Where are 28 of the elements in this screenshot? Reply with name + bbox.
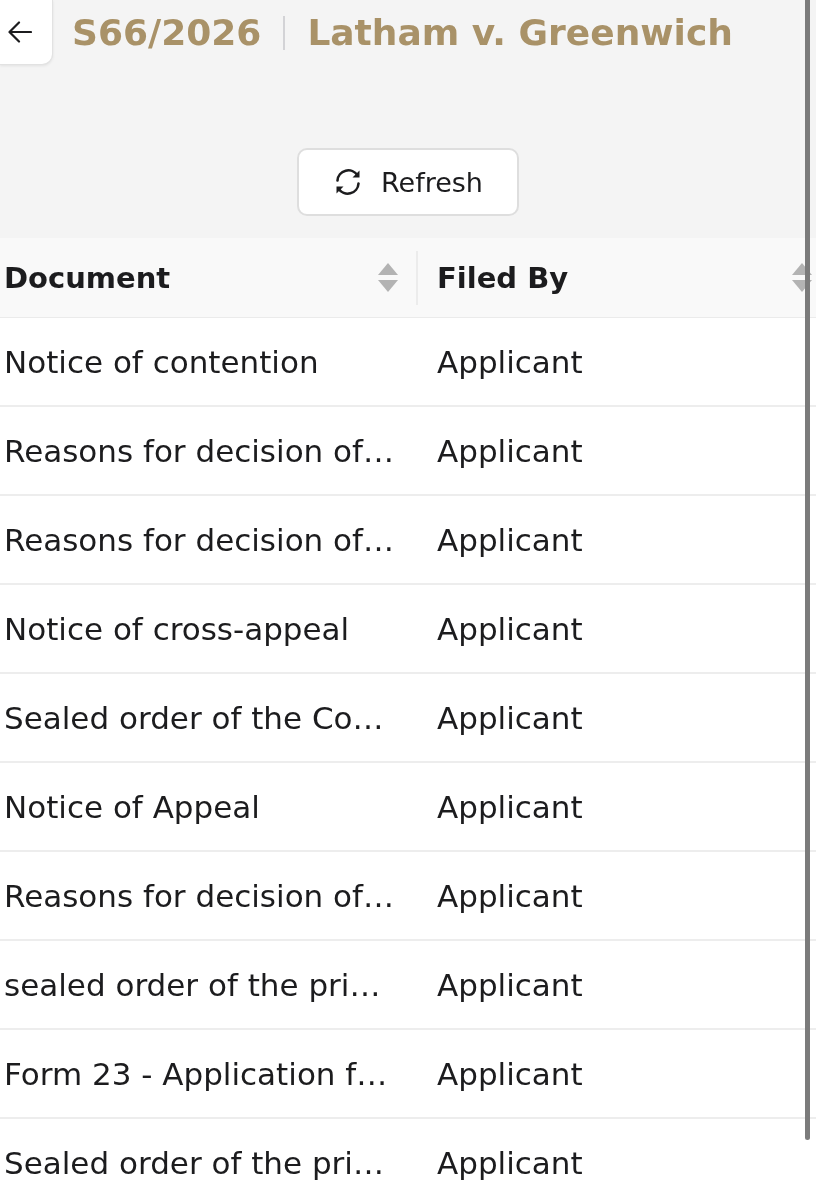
filed-by: Applicant <box>437 699 583 736</box>
filed-by: Applicant <box>437 1055 583 1092</box>
filed-by: Applicant <box>437 610 583 647</box>
document-name: Sealed order of the Co… <box>4 699 384 736</box>
document-name: Notice of Appeal <box>4 788 260 825</box>
refresh-icon <box>333 167 363 197</box>
filed-by: Applicant <box>437 966 583 1003</box>
document-name: Notice of contention <box>4 343 319 380</box>
document-name: Reasons for decision of… <box>4 877 394 914</box>
scrollbar-thumb[interactable] <box>805 0 810 1140</box>
column-header[interactable]: Document <box>0 238 418 317</box>
filed-by: Applicant <box>437 877 583 914</box>
back-arrow-icon <box>8 21 32 43</box>
filed-by: Applicant <box>437 521 583 558</box>
document-name: Notice of cross-appeal <box>4 610 350 647</box>
case-title: Latham v. Greenwich <box>307 10 733 55</box>
document-name: Reasons for decision of… <box>4 432 394 469</box>
filed-by: Applicant <box>437 343 583 380</box>
document-name: Form 23 - Application f… <box>4 1055 388 1092</box>
filed-by: Applicant <box>437 1144 583 1181</box>
filed-by: Applicant <box>437 788 583 825</box>
document-name: sealed order of the pri… <box>4 966 381 1003</box>
refresh-button[interactable]: Refresh <box>297 148 519 216</box>
document-name: Reasons for decision of… <box>4 521 394 558</box>
case-number: S66/2026 <box>72 10 262 55</box>
back-button[interactable] <box>0 0 53 65</box>
document-name: Sealed order of the pri… <box>4 1144 384 1181</box>
filed-by: Applicant <box>437 432 583 469</box>
